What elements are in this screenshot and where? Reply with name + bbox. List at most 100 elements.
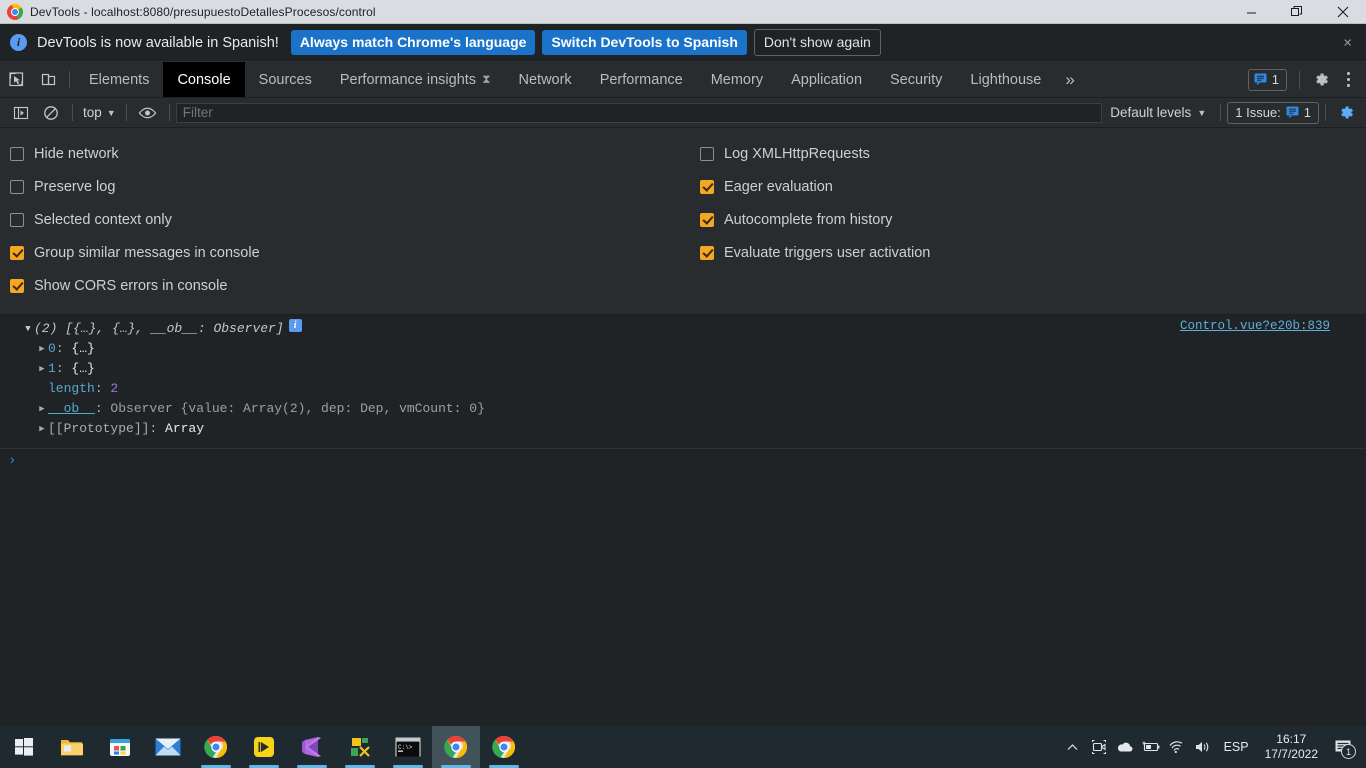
- tab-console[interactable]: Console: [163, 62, 245, 97]
- start-button[interactable]: [0, 726, 48, 768]
- tab-performance-insights[interactable]: Performance insights ⧗: [326, 62, 505, 97]
- checkbox[interactable]: [700, 146, 714, 161]
- option-preserve-log[interactable]: Preserve log: [10, 170, 700, 203]
- property-key: [[Prototype]]: [48, 421, 150, 436]
- folder-icon: [61, 740, 83, 756]
- file-explorer-button[interactable]: [48, 726, 96, 768]
- clear-console-icon[interactable]: [36, 100, 66, 126]
- source-link[interactable]: Control.vue?e20b:839: [1180, 319, 1330, 333]
- object-tree-header[interactable]: ▼ (2) [{…}, {…}, __ob__: Observer] i: [0, 319, 1366, 339]
- option-autocomplete-from-history[interactable]: Autocomplete from history: [700, 203, 930, 236]
- option-hide-network[interactable]: Hide network: [10, 137, 700, 170]
- checkbox[interactable]: [10, 146, 24, 161]
- app-yellow-button[interactable]: [240, 726, 288, 768]
- visual-studio-button[interactable]: [288, 726, 336, 768]
- onedrive-cloud-icon[interactable]: [1112, 726, 1138, 768]
- checkbox[interactable]: [700, 179, 714, 194]
- filter-input[interactable]: [175, 102, 1103, 123]
- chevron-down-icon: ▼: [1197, 107, 1207, 118]
- checkbox[interactable]: [10, 278, 24, 293]
- property-value: {…}: [71, 361, 95, 376]
- settings-column-left: Hide network Preserve log Selected conte…: [0, 137, 700, 302]
- execution-context-selector[interactable]: top ▼: [79, 105, 120, 120]
- gear-icon-active[interactable]: [1332, 100, 1360, 126]
- console-sidebar-icon[interactable]: [6, 100, 36, 126]
- property-separator: :: [94, 401, 111, 416]
- camera-icon[interactable]: [1086, 726, 1112, 768]
- option-log-xmlhttprequests[interactable]: Log XMLHttpRequests: [700, 137, 930, 170]
- property-key: __ob__: [48, 401, 95, 416]
- more-vertical-icon[interactable]: [1336, 72, 1360, 87]
- tab-performance[interactable]: Performance: [586, 62, 697, 97]
- terminal-button[interactable]: C:\>: [384, 726, 432, 768]
- checkbox[interactable]: [10, 179, 24, 194]
- expand-arrow-icon[interactable]: ▼: [22, 319, 34, 339]
- log-levels-selector[interactable]: Default levels ▼: [1102, 105, 1214, 120]
- chrome-devtools-window-button[interactable]: [432, 726, 480, 768]
- notification-text: DevTools is now available in Spanish!: [37, 34, 279, 51]
- switch-to-spanish-button[interactable]: Switch DevTools to Spanish: [542, 29, 747, 56]
- tab-sources[interactable]: Sources: [245, 62, 326, 97]
- tab-network[interactable]: Network: [505, 62, 586, 97]
- chrome-window-button[interactable]: [480, 726, 528, 768]
- close-icon[interactable]: ×: [1343, 35, 1352, 50]
- array-summary: [{…}, {…}, __ob__: Observer]: [65, 321, 284, 336]
- tray-overflow-icon[interactable]: [1060, 726, 1086, 768]
- device-toolbar-icon[interactable]: [32, 62, 64, 97]
- object-tree-row[interactable]: ▶ __ob__: Observer {value: Array(2), dep…: [0, 399, 1366, 419]
- action-center-icon[interactable]: 1: [1326, 726, 1360, 768]
- message-count-badge[interactable]: 1: [1247, 68, 1287, 91]
- property-value: Array: [165, 421, 205, 436]
- property-value: 2: [110, 381, 119, 396]
- issues-count: 1: [1303, 105, 1311, 120]
- option-group-similar-messages[interactable]: Group similar messages in console: [10, 236, 700, 269]
- restore-button[interactable]: [1274, 0, 1320, 24]
- expand-arrow-icon[interactable]: ▶: [36, 399, 48, 419]
- issues-button[interactable]: 1 Issue: 1: [1227, 101, 1319, 124]
- play-yellow-icon: [254, 737, 274, 757]
- console-settings-panel: Hide network Preserve log Selected conte…: [0, 128, 1366, 315]
- gear-icon[interactable]: [1306, 67, 1336, 93]
- option-evaluate-triggers-user-activation[interactable]: Evaluate triggers user activation: [700, 236, 930, 269]
- checkbox[interactable]: [700, 212, 714, 227]
- option-label: Eager evaluation: [724, 178, 833, 195]
- property-key: 1: [48, 361, 56, 376]
- option-show-cors-errors[interactable]: Show CORS errors in console: [10, 269, 700, 302]
- object-tree-row[interactable]: ▶ [[Prototype]]: Array: [0, 419, 1366, 439]
- chrome-pinned-button[interactable]: [192, 726, 240, 768]
- expand-arrow-icon[interactable]: ▶: [36, 339, 48, 359]
- mail-button[interactable]: [144, 726, 192, 768]
- close-button[interactable]: [1320, 0, 1366, 24]
- option-eager-evaluation[interactable]: Eager evaluation: [700, 170, 930, 203]
- checkbox[interactable]: [10, 245, 24, 260]
- notification-count-badge: 1: [1341, 744, 1356, 759]
- battery-charging-icon[interactable]: [1138, 726, 1164, 768]
- always-match-language-button[interactable]: Always match Chrome's language: [290, 29, 536, 56]
- tab-application[interactable]: Application: [777, 62, 876, 97]
- tab-security[interactable]: Security: [876, 62, 956, 97]
- clock[interactable]: 16:17 17/7/2022: [1257, 732, 1326, 762]
- app-green-button[interactable]: [336, 726, 384, 768]
- expand-arrow-icon[interactable]: ▶: [36, 359, 48, 379]
- console-prompt[interactable]: ›: [0, 449, 1366, 473]
- language-indicator[interactable]: ESP: [1216, 740, 1257, 754]
- minimize-button[interactable]: [1228, 0, 1274, 24]
- object-tree-row: · length: 2: [0, 379, 1366, 399]
- settings-column-right: Log XMLHttpRequests Eager evaluation Aut…: [700, 137, 930, 302]
- wifi-icon[interactable]: [1164, 726, 1190, 768]
- tab-lighthouse[interactable]: Lighthouse: [956, 62, 1055, 97]
- checkbox[interactable]: [10, 212, 24, 227]
- more-tabs-button[interactable]: »: [1055, 62, 1084, 97]
- expand-arrow-icon[interactable]: ▶: [36, 419, 48, 439]
- inspect-cursor-icon[interactable]: [0, 62, 32, 97]
- dont-show-again-button[interactable]: Don't show again: [753, 28, 881, 57]
- live-expression-eye-icon[interactable]: [133, 100, 163, 126]
- checkbox[interactable]: [700, 245, 714, 260]
- tab-elements[interactable]: Elements: [75, 62, 163, 97]
- object-tree-row[interactable]: ▶ 0: {…}: [0, 339, 1366, 359]
- tab-memory[interactable]: Memory: [697, 62, 777, 97]
- object-tree-row[interactable]: ▶ 1: {…}: [0, 359, 1366, 379]
- volume-icon[interactable]: [1190, 726, 1216, 768]
- option-selected-context-only[interactable]: Selected context only: [10, 203, 700, 236]
- microsoft-store-button[interactable]: [96, 726, 144, 768]
